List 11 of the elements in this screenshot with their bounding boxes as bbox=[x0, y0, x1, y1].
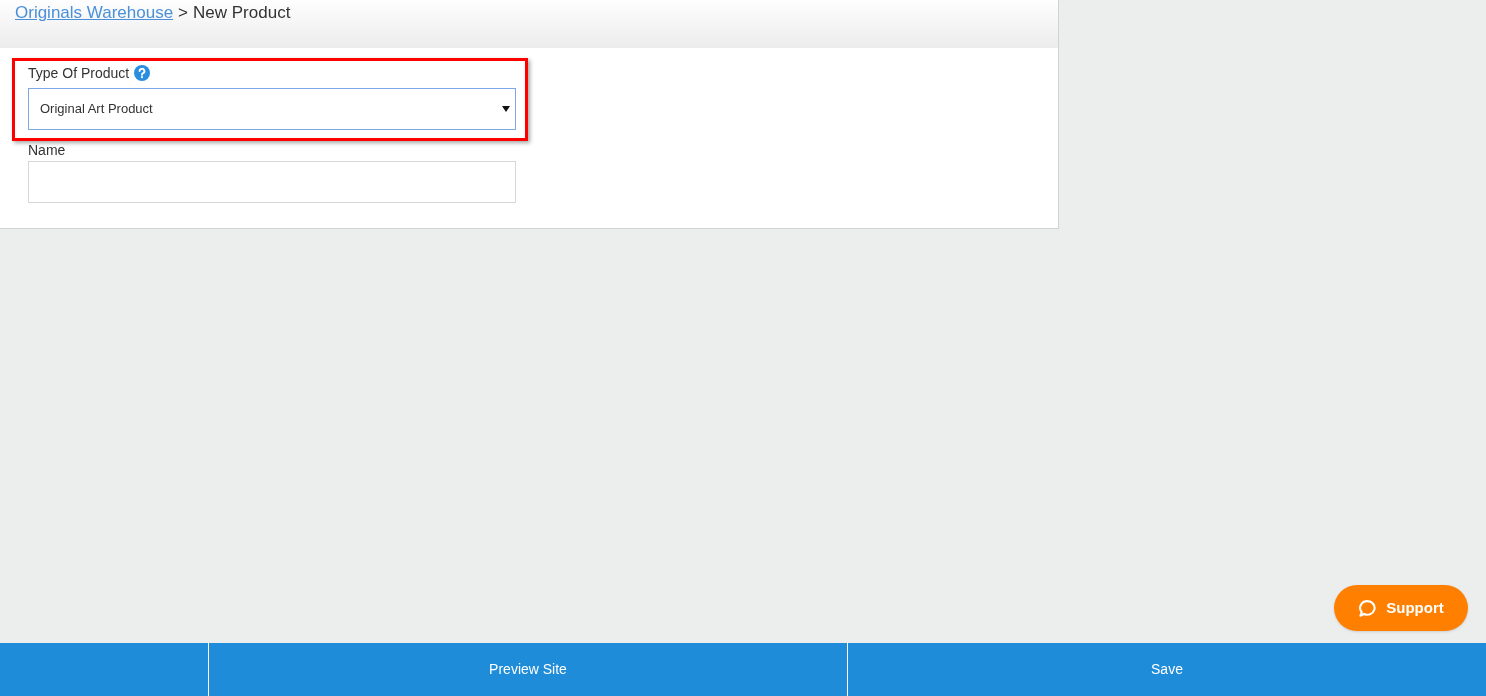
breadcrumb-separator: > bbox=[178, 2, 189, 24]
name-input-field[interactable] bbox=[28, 161, 516, 203]
chat-bubble-icon bbox=[1358, 598, 1378, 618]
support-button[interactable]: Support bbox=[1334, 585, 1468, 631]
field-label: Name bbox=[28, 141, 66, 159]
breadcrumb-link[interactable]: Originals Warehouse bbox=[15, 2, 174, 24]
field-label: Type Of Product bbox=[28, 64, 130, 82]
help-icon[interactable] bbox=[134, 65, 151, 81]
caret-icon bbox=[502, 106, 510, 112]
breadcrumb-current: New Product bbox=[193, 2, 291, 24]
product-type-select[interactable]: Original Art Product bbox=[28, 88, 516, 130]
